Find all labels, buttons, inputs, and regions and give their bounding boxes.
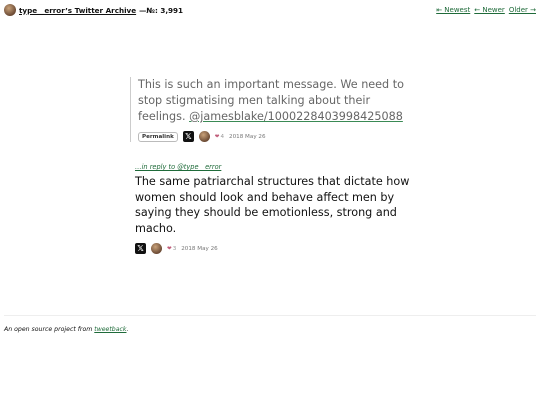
parent-tweet: This is such an important message. We ne…	[130, 77, 418, 142]
tweetback-link[interactable]: tweetback	[94, 326, 126, 333]
brand: type__error’s Twitter Archive —№: 3,991	[4, 4, 183, 16]
site-footer: An open source project from tweetback.	[4, 326, 128, 333]
x-logo-icon[interactable]: 𝕏	[182, 131, 194, 142]
avatar[interactable]	[151, 243, 162, 254]
footer-period: .	[126, 326, 129, 333]
likes-number: 4	[220, 133, 225, 140]
footer-divider	[4, 315, 536, 316]
site-header: type__error’s Twitter Archive —№: 3,991 …	[4, 3, 536, 17]
in-reply-to-link[interactable]: …in reply to @type__error	[135, 163, 420, 171]
quoted-tweet-link[interactable]: @jamesblake/1000228403998425088	[189, 110, 403, 123]
archive-title-link[interactable]: type__error’s Twitter Archive	[19, 6, 136, 15]
newest-link[interactable]: ⇤ Newest	[436, 6, 470, 14]
heart-icon: ❤	[214, 133, 220, 140]
like-count: ❤ 4	[215, 134, 224, 140]
main-tweet: …in reply to @type__error The same patri…	[135, 163, 420, 254]
avatar[interactable]	[198, 131, 210, 142]
newer-link[interactable]: ← Newer	[474, 6, 505, 14]
permalink-button[interactable]: Permalink	[138, 131, 178, 142]
tweet-date: 2018 May 26	[229, 133, 266, 140]
main-tweet-text: The same patriarchal structures that dic…	[135, 175, 410, 235]
parent-tweet-text: This is such an important message. We ne…	[138, 77, 418, 125]
tweet-date: 2018 May 26	[181, 245, 218, 252]
parent-tweet-meta: Permalink 𝕏 ❤ 4 2018 May 26	[138, 131, 418, 142]
avatar[interactable]	[4, 4, 16, 16]
x-logo-icon[interactable]: 𝕏	[135, 243, 146, 254]
likes-number: 3	[172, 245, 177, 252]
tweet-count: —№: 3,991	[139, 5, 184, 15]
like-count: ❤ 3	[167, 246, 176, 252]
older-link[interactable]: Older →	[509, 6, 536, 14]
main-tweet-meta: 𝕏 ❤ 3 2018 May 26	[135, 243, 420, 254]
footer-text: An open source project from	[4, 326, 95, 333]
pagination-nav: ⇤ Newest ← Newer Older →	[436, 6, 536, 14]
heart-icon: ❤	[167, 245, 172, 252]
